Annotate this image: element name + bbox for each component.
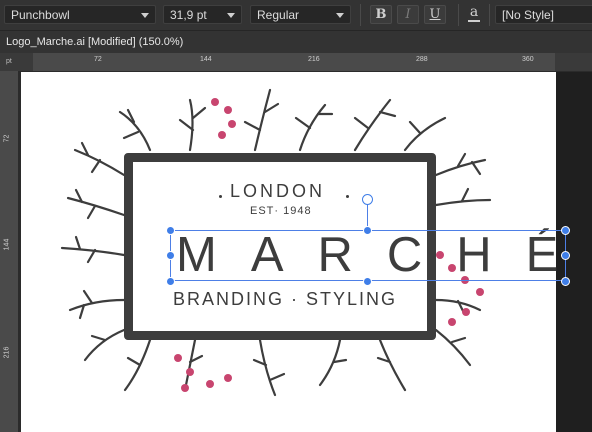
- decorative-dot: [219, 195, 222, 198]
- resize-handle-bottom[interactable]: [363, 277, 372, 286]
- logo-text-london[interactable]: LONDON: [230, 181, 325, 202]
- decorative-dot: [346, 195, 349, 198]
- resize-handle-left[interactable]: [166, 251, 175, 260]
- rotation-handle[interactable]: [362, 194, 373, 205]
- resize-handle-bottom-right[interactable]: [561, 277, 570, 286]
- logo-text-branding[interactable]: BRANDING · STYLING: [173, 289, 397, 310]
- selection-bounding-box[interactable]: [170, 230, 566, 281]
- logo-text-est[interactable]: EST· 1948: [250, 205, 312, 217]
- resize-handle-right[interactable]: [561, 251, 570, 260]
- resize-handle-top-right[interactable]: [561, 226, 570, 235]
- resize-handle-bottom-left[interactable]: [166, 277, 175, 286]
- resize-handle-top-left[interactable]: [166, 226, 175, 235]
- resize-handle-top[interactable]: [363, 226, 372, 235]
